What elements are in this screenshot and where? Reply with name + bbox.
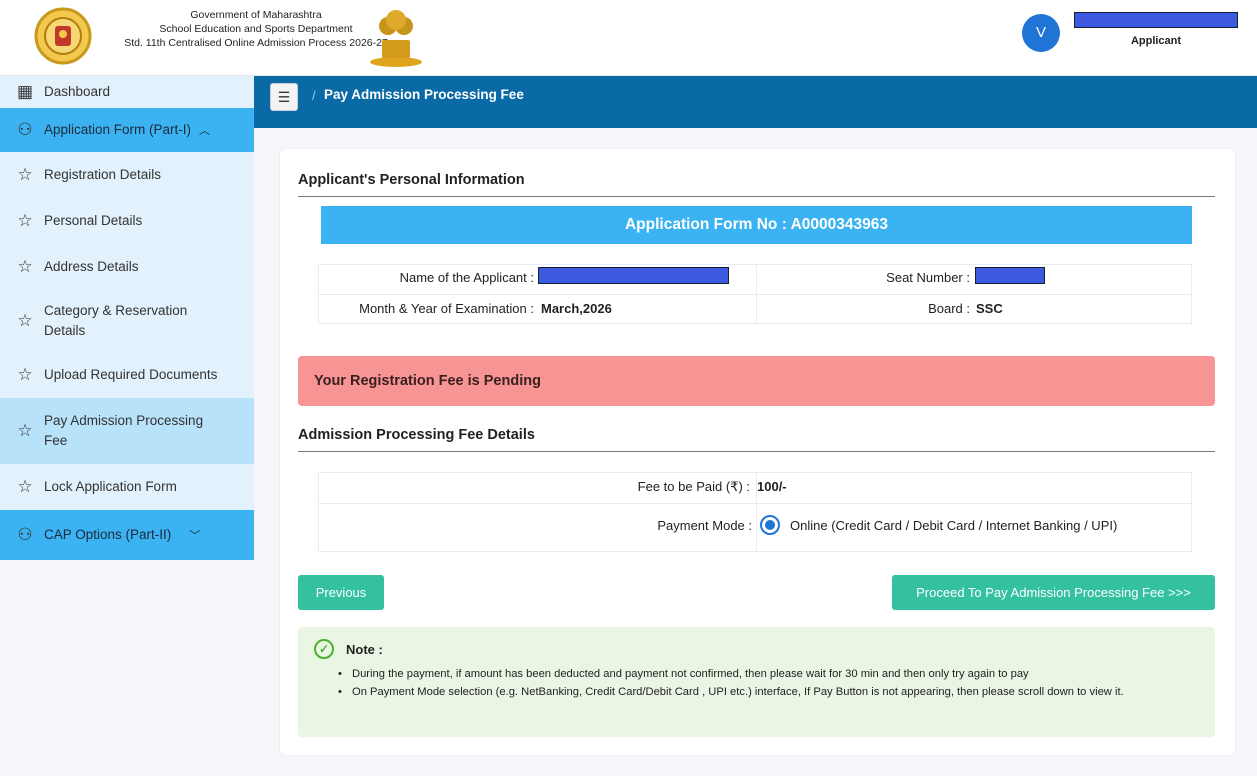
section-divider: [298, 451, 1215, 452]
star-icon: ☆: [17, 421, 33, 440]
payment-mode-value: Online (Credit Card / Debit Card / Inter…: [790, 518, 1118, 533]
seat-label: Seat Number :: [886, 270, 970, 285]
sidebar-item-label: Upload Required Documents: [44, 367, 218, 382]
dashboard-icon: ▦: [16, 82, 34, 101]
note-title: Note :: [346, 642, 383, 657]
applicant-name-redacted: [538, 267, 729, 284]
sidebar-item-label: Personal Details: [44, 213, 143, 228]
star-icon: ☆: [17, 257, 33, 276]
board-label: Board :: [928, 301, 970, 316]
sidebar-item-pay-fee[interactable]: ☆ Pay Admission Processing Fee: [0, 398, 254, 464]
star-icon: ☆: [17, 311, 33, 330]
star-icon: ☆: [17, 165, 33, 184]
sidebar-item-upload-documents[interactable]: ☆ Upload Required Documents: [0, 352, 254, 398]
sidebar-toggle-button[interactable]: ☰: [270, 83, 298, 111]
users-icon: ⚇: [17, 525, 33, 544]
breadcrumb-current: Pay Admission Processing Fee: [324, 87, 524, 102]
top-header: Government of Maharashtra School Educati…: [0, 0, 1257, 76]
menu-collapse-icon: ☰: [277, 89, 291, 105]
page-header-band: ☰ / Pay Admission Processing Fee: [254, 76, 1257, 128]
user-avatar[interactable]: V: [1022, 14, 1060, 52]
breadcrumb-separator: /: [312, 88, 316, 103]
payment-mode-radio[interactable]: [760, 515, 780, 535]
personal-info-title: Applicant's Personal Information: [298, 172, 525, 188]
sidebar-item-dashboard[interactable]: ▦ Dashboard: [0, 76, 254, 108]
payment-mode-label: Payment Mode :: [657, 518, 752, 533]
note-list: During the payment, if amount has been d…: [338, 665, 1198, 701]
fee-details-title: Admission Processing Fee Details: [298, 427, 535, 443]
sidebar-item-category-reservation[interactable]: ☆ Category & Reservation Details: [0, 290, 254, 352]
proceed-to-pay-button[interactable]: Proceed To Pay Admission Processing Fee …: [892, 575, 1215, 610]
star-icon: ☆: [17, 365, 33, 384]
sidebar: ▦ Dashboard ⚇ Application Form (Part-I) …: [0, 76, 254, 561]
check-circle-icon: ✓: [314, 639, 334, 659]
org-line-1: Government of Maharashtra: [190, 9, 322, 21]
chevron-down-icon: ﹀: [189, 530, 201, 542]
note-item: On Payment Mode selection (e.g. NetBanki…: [338, 683, 1198, 701]
sidebar-item-label: Dashboard: [44, 84, 111, 99]
seat-number-redacted: [975, 267, 1045, 284]
user-name-redacted: [1074, 12, 1238, 28]
sidebar-item-label: CAP Options (Part-II): [44, 527, 172, 542]
sidebar-item-cap-options[interactable]: ⚇ CAP Options (Part-II) ﹀: [0, 510, 254, 560]
fee-value: 100/-: [757, 479, 787, 494]
sidebar-item-address-details[interactable]: ☆ Address Details: [0, 244, 254, 290]
star-icon: ☆: [17, 477, 33, 496]
sidebar-item-personal-details[interactable]: ☆ Personal Details: [0, 198, 254, 244]
exam-month-value: March,2026: [541, 301, 612, 316]
application-form-number: Application Form No : A0000343963: [321, 206, 1192, 244]
section-divider: [298, 196, 1215, 197]
org-title: Government of Maharashtra School Educati…: [106, 8, 406, 50]
sidebar-item-label: Category & Reservation Details: [44, 303, 188, 338]
name-label: Name of the Applicant :: [399, 270, 534, 285]
org-line-2: School Education and Sports Department: [159, 23, 353, 35]
previous-button[interactable]: Previous: [298, 575, 384, 610]
fee-pending-alert: Your Registration Fee is Pending: [298, 356, 1215, 406]
users-icon: ⚇: [17, 120, 33, 139]
sidebar-item-registration-details[interactable]: ☆ Registration Details: [0, 152, 254, 198]
national-emblem-logo: [370, 10, 422, 67]
sidebar-item-application-form[interactable]: ⚇ Application Form (Part-I) ︿: [0, 108, 254, 152]
board-value: SSC: [976, 301, 1003, 316]
fee-label: Fee to be Paid (₹) :: [637, 479, 750, 494]
exam-month-label: Month & Year of Examination :: [359, 301, 534, 316]
star-icon: ☆: [17, 211, 33, 230]
sidebar-item-lock-form[interactable]: ☆ Lock Application Form: [0, 464, 254, 510]
sidebar-item-label: Application Form (Part-I): [44, 122, 192, 137]
note-box: ✓ Note : During the payment, if amount h…: [298, 627, 1215, 737]
note-item: During the payment, if amount has been d…: [338, 665, 1198, 683]
sidebar-item-label: Registration Details: [44, 167, 162, 182]
row-divider: [319, 503, 1191, 504]
org-line-3: Std. 11th Centralised Online Admission P…: [124, 37, 388, 49]
sidebar-item-label: Address Details: [44, 259, 139, 274]
sidebar-item-label: Lock Application Form: [44, 479, 177, 494]
sidebar-item-label: Pay Admission Processing Fee: [44, 413, 204, 448]
chevron-up-icon: ︿: [199, 125, 211, 137]
maharashtra-seal-logo: [34, 7, 92, 65]
user-role: Applicant: [1130, 35, 1182, 47]
